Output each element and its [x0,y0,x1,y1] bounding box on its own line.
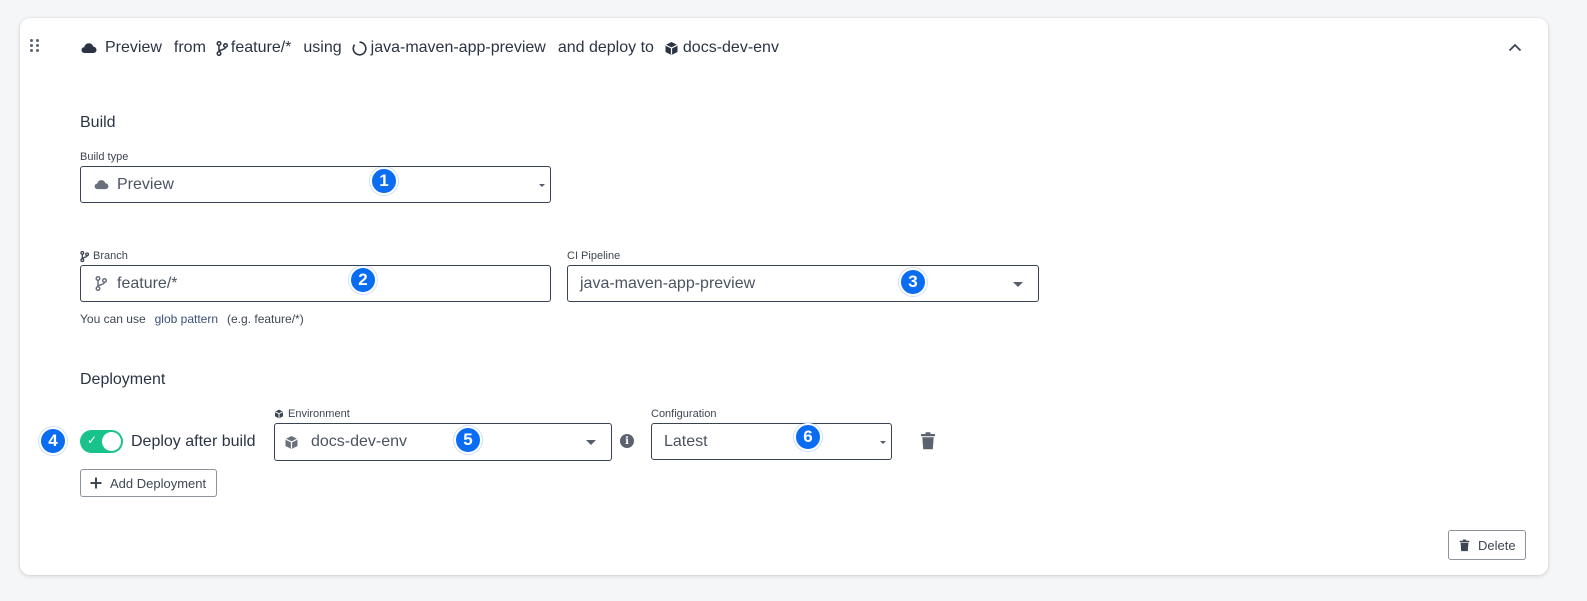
build-type-select[interactable]: Preview [80,166,551,203]
annotation-badge-6: 6 [794,423,822,451]
glob-pattern-link[interactable]: glob pattern [155,312,218,326]
cube-icon [281,435,301,450]
summary-deploy-to-text: and deploy to [557,39,654,56]
hint-prefix: You can use [80,312,146,326]
summary-using-text: using [303,39,342,56]
branch-icon [80,250,89,262]
build-type-label: Build type [80,151,129,163]
card-summary: Preview from feature/* using java-maven-… [81,36,779,60]
caret-down-icon [880,440,886,444]
branch-label: Branch [80,250,128,262]
configuration-value: Latest [664,432,708,450]
annotation-badge-2: 2 [349,266,377,294]
branch-label-text: Branch [93,250,128,262]
delete-button[interactable]: Delete [1448,530,1526,560]
trash-icon [1459,539,1470,551]
build-section-title: Build [80,114,116,131]
workflow-card: Preview from feature/* using java-maven-… [20,18,1548,575]
environment-label-text: Environment [288,408,350,420]
annotation-badge-4: 4 [39,427,67,455]
deployment-section-title: Deployment [80,371,166,388]
cube-icon [274,409,284,419]
annotation-badge-3: 3 [899,268,927,296]
ci-pipeline-label: CI Pipeline [567,250,621,262]
branch-icon [216,40,228,56]
ci-pipeline-select[interactable]: java-maven-app-preview [567,265,1039,302]
summary-build-type: Preview [105,39,162,56]
cloud-icon [81,42,97,54]
configuration-select[interactable]: Latest [651,423,892,460]
caret-down-icon [1013,281,1023,287]
summary-environment: docs-dev-env [682,39,779,56]
build-type-value: Preview [117,175,174,193]
configuration-label: Configuration [651,408,717,420]
pipeline-icon [352,40,367,56]
hint-suffix: (e.g. feature/*) [227,312,304,326]
environment-value: docs-dev-env [311,433,408,450]
caret-down-icon [586,440,596,445]
environment-label: Environment [274,408,350,420]
branch-input[interactable]: feature/* [80,265,551,302]
toggle-knob [102,432,121,451]
deploy-after-build-label: Deploy after build [131,433,256,450]
branch-icon [91,276,111,291]
add-deployment-label: Add Deployment [110,475,207,491]
ci-pipeline-value: java-maven-app-preview [580,274,756,292]
info-icon[interactable]: i [620,434,634,448]
summary-pipeline: java-maven-app-preview [370,39,546,56]
environment-select[interactable]: docs-dev-env [274,423,612,461]
annotation-badge-5: 5 [454,426,482,454]
chevron-up-icon[interactable] [1505,37,1525,57]
cloud-icon [91,179,111,190]
summary-from-text: from [173,39,206,56]
trash-icon[interactable] [920,432,936,450]
delete-label: Delete [1478,537,1516,553]
annotation-badge-1: 1 [370,167,398,195]
add-deployment-button[interactable]: Add Deployment [80,469,217,497]
drag-handle-icon[interactable] [30,39,40,53]
summary-branch: feature/* [230,39,292,56]
plus-icon [90,477,102,489]
cube-icon [664,41,679,56]
caret-down-icon [539,183,545,187]
branch-input-value: feature/* [117,274,178,292]
branch-hint: You can use glob pattern (e.g. feature/*… [80,312,304,326]
check-icon: ✓ [87,433,98,447]
deploy-after-build-toggle[interactable]: ✓ [80,430,123,453]
